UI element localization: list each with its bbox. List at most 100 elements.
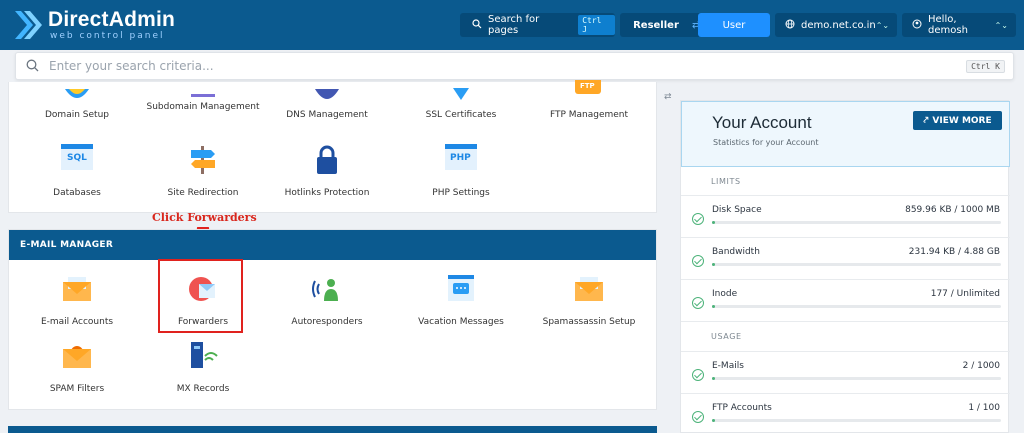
sql-text: SQL bbox=[67, 153, 87, 163]
check-circle-icon bbox=[692, 297, 704, 309]
php-icon: PHP bbox=[445, 144, 477, 176]
usage-value: 1 / 100 bbox=[968, 403, 1000, 413]
check-circle-icon bbox=[692, 213, 704, 225]
globe-icon bbox=[785, 19, 795, 32]
limit-value: 177 / Unlimited bbox=[930, 289, 1000, 299]
role-user-option[interactable]: User bbox=[698, 13, 770, 37]
tile-label: Autoresponders bbox=[291, 317, 363, 327]
limit-label: Disk Space bbox=[712, 205, 762, 215]
account-title: Your Account bbox=[712, 113, 812, 132]
progress-bar bbox=[712, 221, 1001, 224]
dns-icon bbox=[315, 89, 339, 99]
signpost-icon bbox=[191, 146, 215, 174]
role-reseller-option[interactable]: Reseller bbox=[620, 20, 692, 31]
progress-fill bbox=[712, 263, 715, 266]
role-toggle[interactable]: Reseller ⇄ User bbox=[620, 13, 770, 37]
limit-row-disk-space: Disk Space 859.96 KB / 1000 MB bbox=[681, 195, 1010, 237]
usage-label: FTP Accounts bbox=[712, 403, 772, 413]
tile-label: Spamassassin Setup bbox=[542, 317, 636, 327]
progress-fill bbox=[712, 305, 715, 308]
limit-label: Inode bbox=[712, 289, 738, 299]
limit-value: 231.94 KB / 4.88 GB bbox=[908, 247, 1000, 257]
tile-label: Vacation Messages bbox=[418, 317, 504, 327]
tile-label: Domain Setup bbox=[45, 110, 109, 120]
tile-label: PHP Settings bbox=[432, 188, 490, 198]
account-header: Your Account Statistics for your Account… bbox=[681, 101, 1010, 167]
tile-label: MX Records bbox=[176, 384, 230, 394]
search-input[interactable] bbox=[49, 59, 899, 73]
account-panel: Your Account Statistics for your Account… bbox=[680, 100, 1010, 433]
tile-autoresponders[interactable]: Autoresponders bbox=[267, 273, 387, 328]
tile-mx-records[interactable]: MX Records bbox=[143, 340, 263, 395]
share-icon: ⤤ bbox=[923, 115, 929, 126]
progress-fill bbox=[712, 377, 715, 380]
progress-bar bbox=[712, 419, 1001, 422]
brand-title: DirectAdmin bbox=[48, 8, 176, 31]
account-subtitle: Statistics for your Account bbox=[713, 138, 819, 147]
check-circle-icon bbox=[692, 369, 704, 381]
mx-records-icon bbox=[191, 342, 218, 368]
email-manager-panel: E-MAIL MANAGER E-mail Accounts Forwarder… bbox=[8, 229, 657, 410]
check-circle-icon bbox=[692, 255, 704, 267]
progress-fill bbox=[712, 419, 715, 422]
ftp-icon-text: FTP bbox=[580, 82, 595, 90]
tile-domain-setup[interactable]: Domain Setup bbox=[17, 82, 137, 132]
progress-bar bbox=[712, 263, 1001, 266]
search-icon bbox=[472, 18, 482, 32]
view-more-button[interactable]: ⤤ VIEW MORE bbox=[913, 111, 1002, 130]
lock-icon bbox=[317, 145, 337, 174]
top-header: DirectAdmin web control panel Search for… bbox=[0, 0, 1024, 50]
usage-divider: USAGE bbox=[681, 321, 1010, 349]
tile-ssl-certificates[interactable]: SSL Certificates bbox=[401, 82, 521, 132]
global-search-bar: Ctrl K bbox=[15, 52, 1014, 80]
tile-email-accounts[interactable]: E-mail Accounts bbox=[17, 273, 137, 328]
tile-vacation-messages[interactable]: Vacation Messages bbox=[401, 273, 521, 328]
email-manager-heading: E-MAIL MANAGER bbox=[9, 230, 656, 260]
tile-spamassassin-setup[interactable]: Spamassassin Setup bbox=[529, 273, 649, 328]
collapse-sidebar-icon[interactable]: ⇄ bbox=[664, 92, 672, 102]
tile-label: DNS Management bbox=[286, 110, 368, 120]
search-shortcut: Ctrl K bbox=[966, 59, 1005, 73]
annotation-highlight-box bbox=[158, 259, 243, 333]
limit-value: 859.96 KB / 1000 MB bbox=[905, 205, 1000, 215]
chevron-updown-icon: ⌃⌄ bbox=[994, 20, 1008, 30]
annotation-text: Click Forwarders bbox=[152, 211, 257, 224]
globe-icon bbox=[65, 89, 89, 98]
tile-dns-management[interactable]: DNS Management bbox=[267, 82, 387, 132]
progress-bar bbox=[712, 377, 1001, 380]
ftp-icon: FTP bbox=[573, 80, 605, 96]
logo-chevron-icon bbox=[15, 11, 42, 39]
limit-row-bandwidth: Bandwidth 231.94 KB / 4.88 GB bbox=[681, 237, 1010, 279]
progress-bar bbox=[712, 305, 1001, 308]
tile-label: Site Redirection bbox=[167, 188, 239, 198]
tile-label: SSL Certificates bbox=[425, 110, 497, 120]
tile-databases[interactable]: SQL Databases bbox=[17, 144, 137, 198]
search-pages-label: Search for pages bbox=[488, 14, 540, 36]
tile-label: E-mail Accounts bbox=[40, 317, 114, 327]
spam-envelope-icon bbox=[575, 277, 603, 301]
tile-site-redirection[interactable]: Site Redirection bbox=[143, 144, 263, 198]
limit-label: Bandwidth bbox=[712, 247, 760, 257]
database-icon: SQL bbox=[61, 144, 93, 176]
spam-filter-icon bbox=[63, 346, 91, 368]
directadmin-logo[interactable]: DirectAdmin web control panel bbox=[12, 7, 182, 43]
autoresponder-icon bbox=[312, 279, 338, 301]
ssl-icon bbox=[453, 88, 469, 100]
next-section-heading bbox=[8, 426, 657, 433]
user-menu[interactable]: Hello, demosh ⌃⌄ bbox=[902, 13, 1016, 37]
limit-row-inode: Inode 177 / Unlimited bbox=[681, 279, 1010, 321]
search-pages-button[interactable]: Search for pages Ctrl J bbox=[460, 13, 615, 37]
vacation-message-icon bbox=[448, 275, 474, 301]
usage-label: USAGE bbox=[711, 332, 742, 341]
domain-selector[interactable]: demo.net.co.in ⌃⌄ bbox=[775, 13, 897, 37]
chevron-updown-icon: ⌃⌄ bbox=[875, 20, 890, 30]
tile-label: Databases bbox=[53, 188, 101, 198]
tile-subdomain-management[interactable]: Subdomain Management bbox=[143, 82, 263, 132]
user-icon bbox=[912, 19, 922, 32]
tile-spam-filters[interactable]: SPAM Filters bbox=[17, 340, 137, 395]
tile-ftp-management[interactable]: FTP FTP Management bbox=[529, 80, 649, 132]
tile-php-settings[interactable]: PHP PHP Settings bbox=[401, 144, 521, 198]
search-icon bbox=[26, 57, 39, 76]
tile-hotlinks-protection[interactable]: Hotlinks Protection bbox=[267, 144, 387, 198]
view-more-label: VIEW MORE bbox=[932, 115, 992, 126]
